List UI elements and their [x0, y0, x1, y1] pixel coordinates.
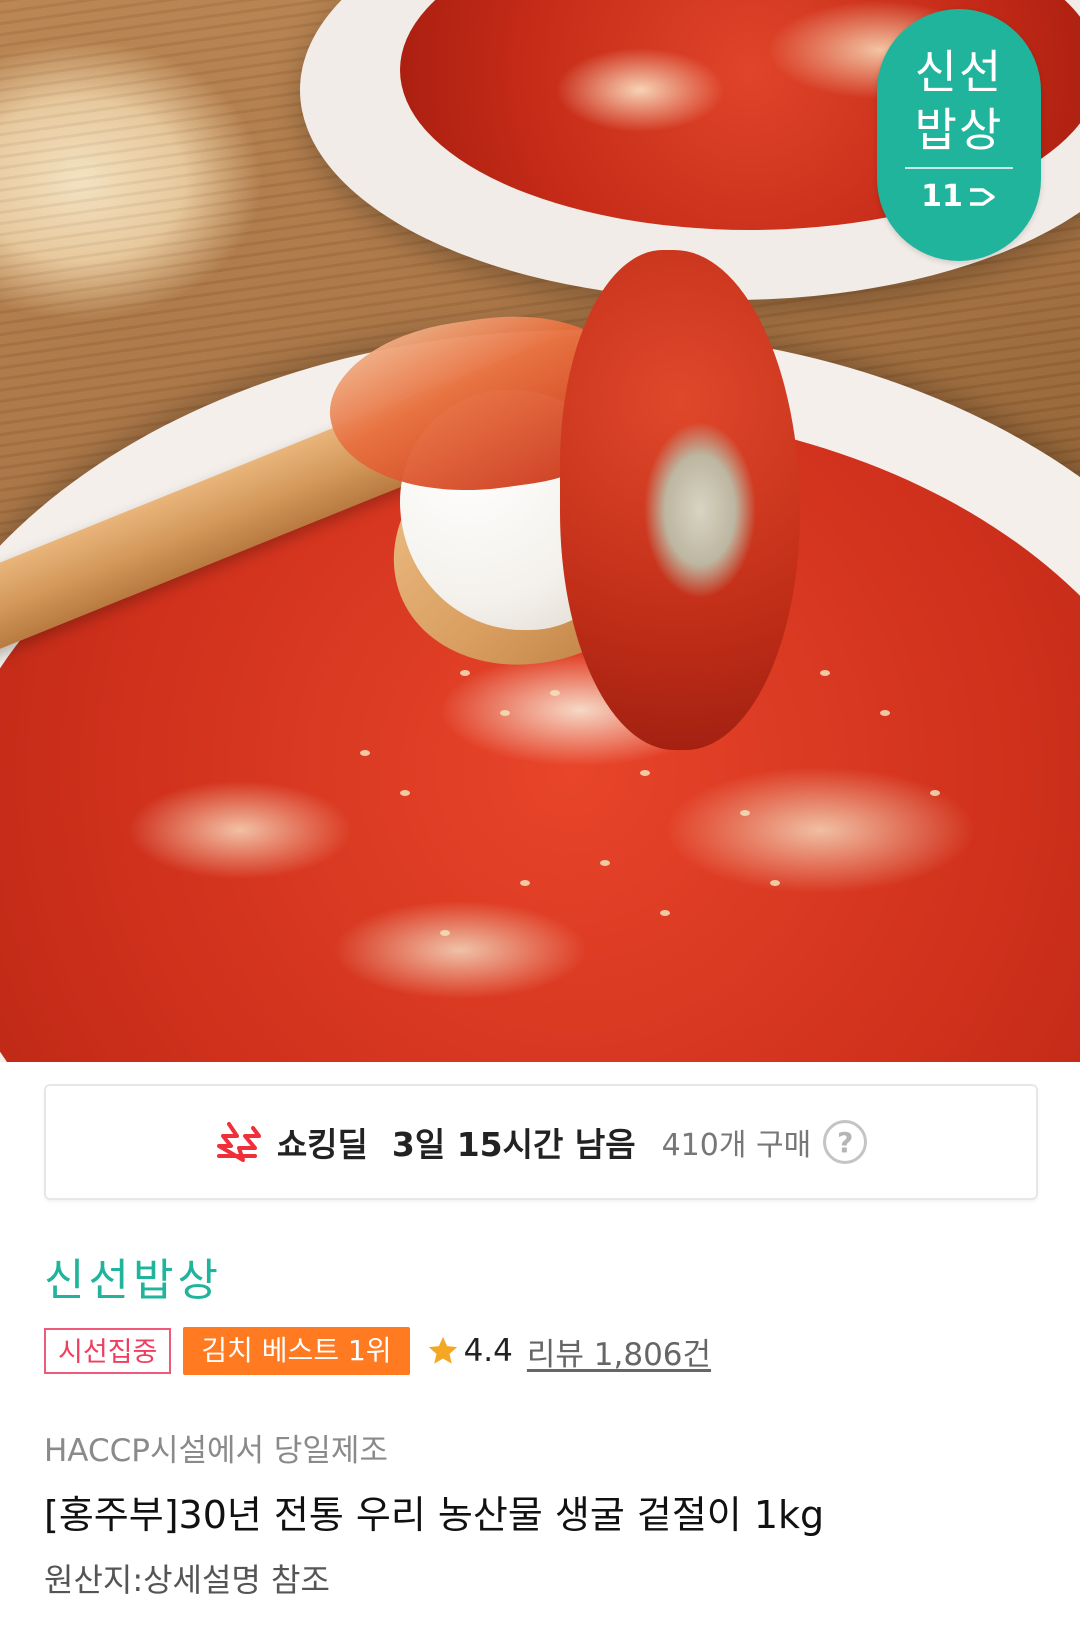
tag-best-seller: 김치 베스트 1위 [183, 1327, 410, 1375]
shocking-deal-bar[interactable]: 쇼킹딜 3일 15시간 남음 410개 구매 ? [44, 1084, 1038, 1200]
reviews-link[interactable]: 리뷰 1,806건 [527, 1329, 711, 1374]
badge-text-line1: 신선 [914, 45, 1004, 99]
deal-label: 쇼킹딜 [276, 1125, 368, 1164]
arrow-icon [969, 187, 995, 206]
product-title: [홍주부]30년 전통 우리 농산물 생굴 겉절이 1kg [44, 1493, 825, 1537]
rating-value: 4.4 [463, 1333, 513, 1369]
tag-rating-row: 시선집중 김치 베스트 1위 4.4 리뷰 1,806건 [44, 1327, 711, 1375]
eleven-street-logo: 11 [877, 179, 1041, 214]
store-badge[interactable]: 신선 밥상 11 [877, 9, 1041, 261]
lightning-bolt-icon [216, 1122, 261, 1162]
badge-divider [905, 167, 1013, 169]
tag-focus: 시선집중 [44, 1328, 172, 1374]
product-subtitle: HACCP시설에서 당일제조 [44, 1433, 388, 1469]
question-circle-icon[interactable]: ? [823, 1120, 868, 1164]
star-icon [428, 1336, 457, 1364]
badge-text-line2: 밥상 [914, 103, 1004, 157]
product-origin: 원산지:상세설명 참조 [44, 1561, 330, 1599]
purchase-count: 410개 구매 [661, 1128, 812, 1163]
store-name-link[interactable]: 신선밥상 [44, 1244, 222, 1308]
deal-time-remaining: 3일 15시간 남음 [391, 1125, 636, 1164]
